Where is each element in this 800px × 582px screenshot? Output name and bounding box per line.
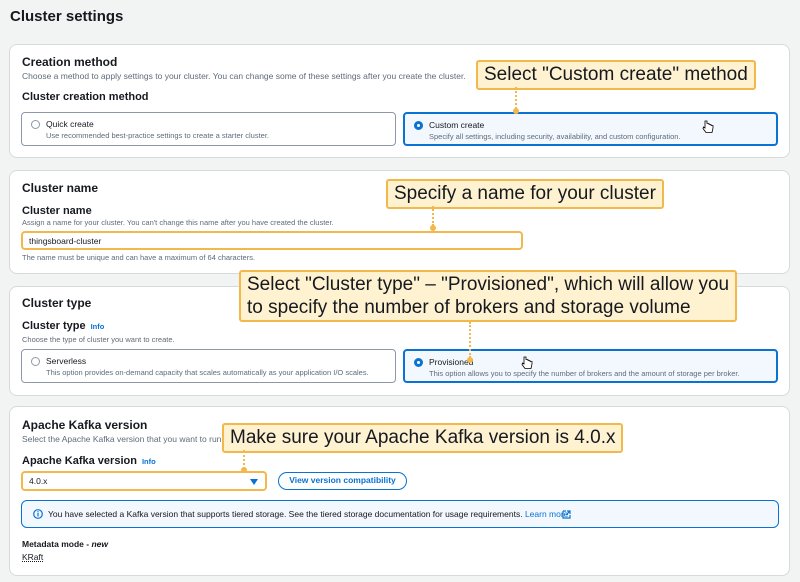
cluster-name-description: Assign a name for your cluster. You can'…: [22, 218, 334, 227]
serverless-option[interactable]: Serverless This option provides on-deman…: [21, 349, 396, 383]
view-version-compatibility-button[interactable]: View version compatibility: [278, 472, 407, 490]
serverless-title: Serverless: [46, 356, 87, 366]
custom-create-description: Specify all settings, including security…: [429, 132, 681, 141]
creation-method-description: Choose a method to apply settings to you…: [22, 71, 466, 81]
quick-create-title: Quick create: [46, 119, 94, 129]
quick-create-description: Use recommended best-practice settings t…: [46, 131, 270, 140]
cluster-name-heading: Cluster name: [22, 181, 99, 195]
cluster-type-description: Choose the type of cluster you want to c…: [22, 335, 175, 344]
cluster-type-info-link[interactable]: Info: [91, 322, 105, 331]
callout-anchor-dot: [430, 225, 436, 231]
callout-anchor-dot: [513, 108, 519, 114]
cluster-creation-method-label: Cluster creation method: [22, 91, 149, 103]
cluster-name-constraint: The name must be unique and can have a m…: [22, 253, 256, 262]
page-title: Cluster settings: [10, 8, 124, 25]
callout-cluster-name: Specify a name for your cluster: [386, 179, 664, 209]
custom-create-radio[interactable]: [414, 121, 423, 130]
provisioned-option[interactable]: Provisioned This option allows you to sp…: [403, 349, 778, 383]
metadata-mode-label: Metadata mode - new: [22, 539, 108, 549]
callout-connector: [469, 322, 471, 358]
info-circle-icon: [33, 509, 43, 519]
quick-create-radio[interactable]: [31, 120, 40, 129]
kafka-version-info-link[interactable]: Info: [142, 457, 156, 466]
caret-down-icon: [250, 479, 258, 485]
callout-cluster-type: Select "Cluster type" – "Provisioned", w…: [239, 270, 738, 322]
kafka-version-heading: Apache Kafka version: [22, 418, 148, 432]
callout-cluster-type-line2: to specify the number of brokers and sto…: [247, 297, 691, 318]
kafka-version-description: Select the Apache Kafka version that you…: [22, 434, 222, 444]
provisioned-description: This option allows you to specify the nu…: [429, 369, 740, 378]
custom-create-title: Custom create: [429, 120, 485, 130]
callout-kafka-version: Make sure your Apache Kafka version is 4…: [222, 423, 624, 453]
cluster-name-label: Cluster name: [22, 205, 92, 217]
provisioned-radio[interactable]: [414, 358, 423, 367]
callout-connector: [515, 87, 517, 109]
tiered-storage-alert: You have selected a Kafka version that s…: [21, 500, 779, 528]
creation-method-heading: Creation method: [22, 55, 118, 69]
callout-anchor-dot: [241, 467, 247, 473]
callout-cluster-type-line1: Select "Cluster type" – "Provisioned", w…: [247, 274, 730, 295]
quick-create-option[interactable]: Quick create Use recommended best-practi…: [21, 112, 396, 146]
kafka-version-select[interactable]: 4.0.x: [21, 471, 267, 491]
custom-create-option[interactable]: Custom create Specify all settings, incl…: [403, 112, 778, 146]
kafka-version-label: Apache Kafka version Info: [22, 455, 156, 467]
cluster-type-label: Cluster type Info: [22, 320, 104, 332]
callout-custom-create: Select "Custom create" method: [476, 60, 756, 90]
cluster-name-input[interactable]: thingsboard-cluster: [21, 231, 523, 250]
alert-message: You have selected a Kafka version that s…: [48, 509, 523, 519]
hand-cursor-icon: [521, 356, 533, 369]
callout-anchor-dot: [467, 357, 473, 363]
kafka-version-value: 4.0.x: [29, 476, 48, 486]
external-link-icon[interactable]: [562, 510, 571, 519]
metadata-mode-new-tag: new: [91, 539, 108, 549]
cluster-type-label-text: Cluster type: [22, 320, 86, 332]
serverless-radio[interactable]: [31, 357, 40, 366]
kafka-version-label-text: Apache Kafka version: [22, 455, 137, 467]
tiered-storage-alert-text: You have selected a Kafka version that s…: [48, 509, 568, 519]
hand-cursor-icon: [702, 120, 714, 133]
metadata-mode-value: KRaft: [22, 552, 44, 562]
callout-connector: [432, 206, 434, 226]
serverless-description: This option provides on-demand capacity …: [46, 368, 369, 377]
metadata-mode-label-text: Metadata mode: [22, 539, 84, 549]
cluster-type-heading: Cluster type: [22, 296, 92, 310]
